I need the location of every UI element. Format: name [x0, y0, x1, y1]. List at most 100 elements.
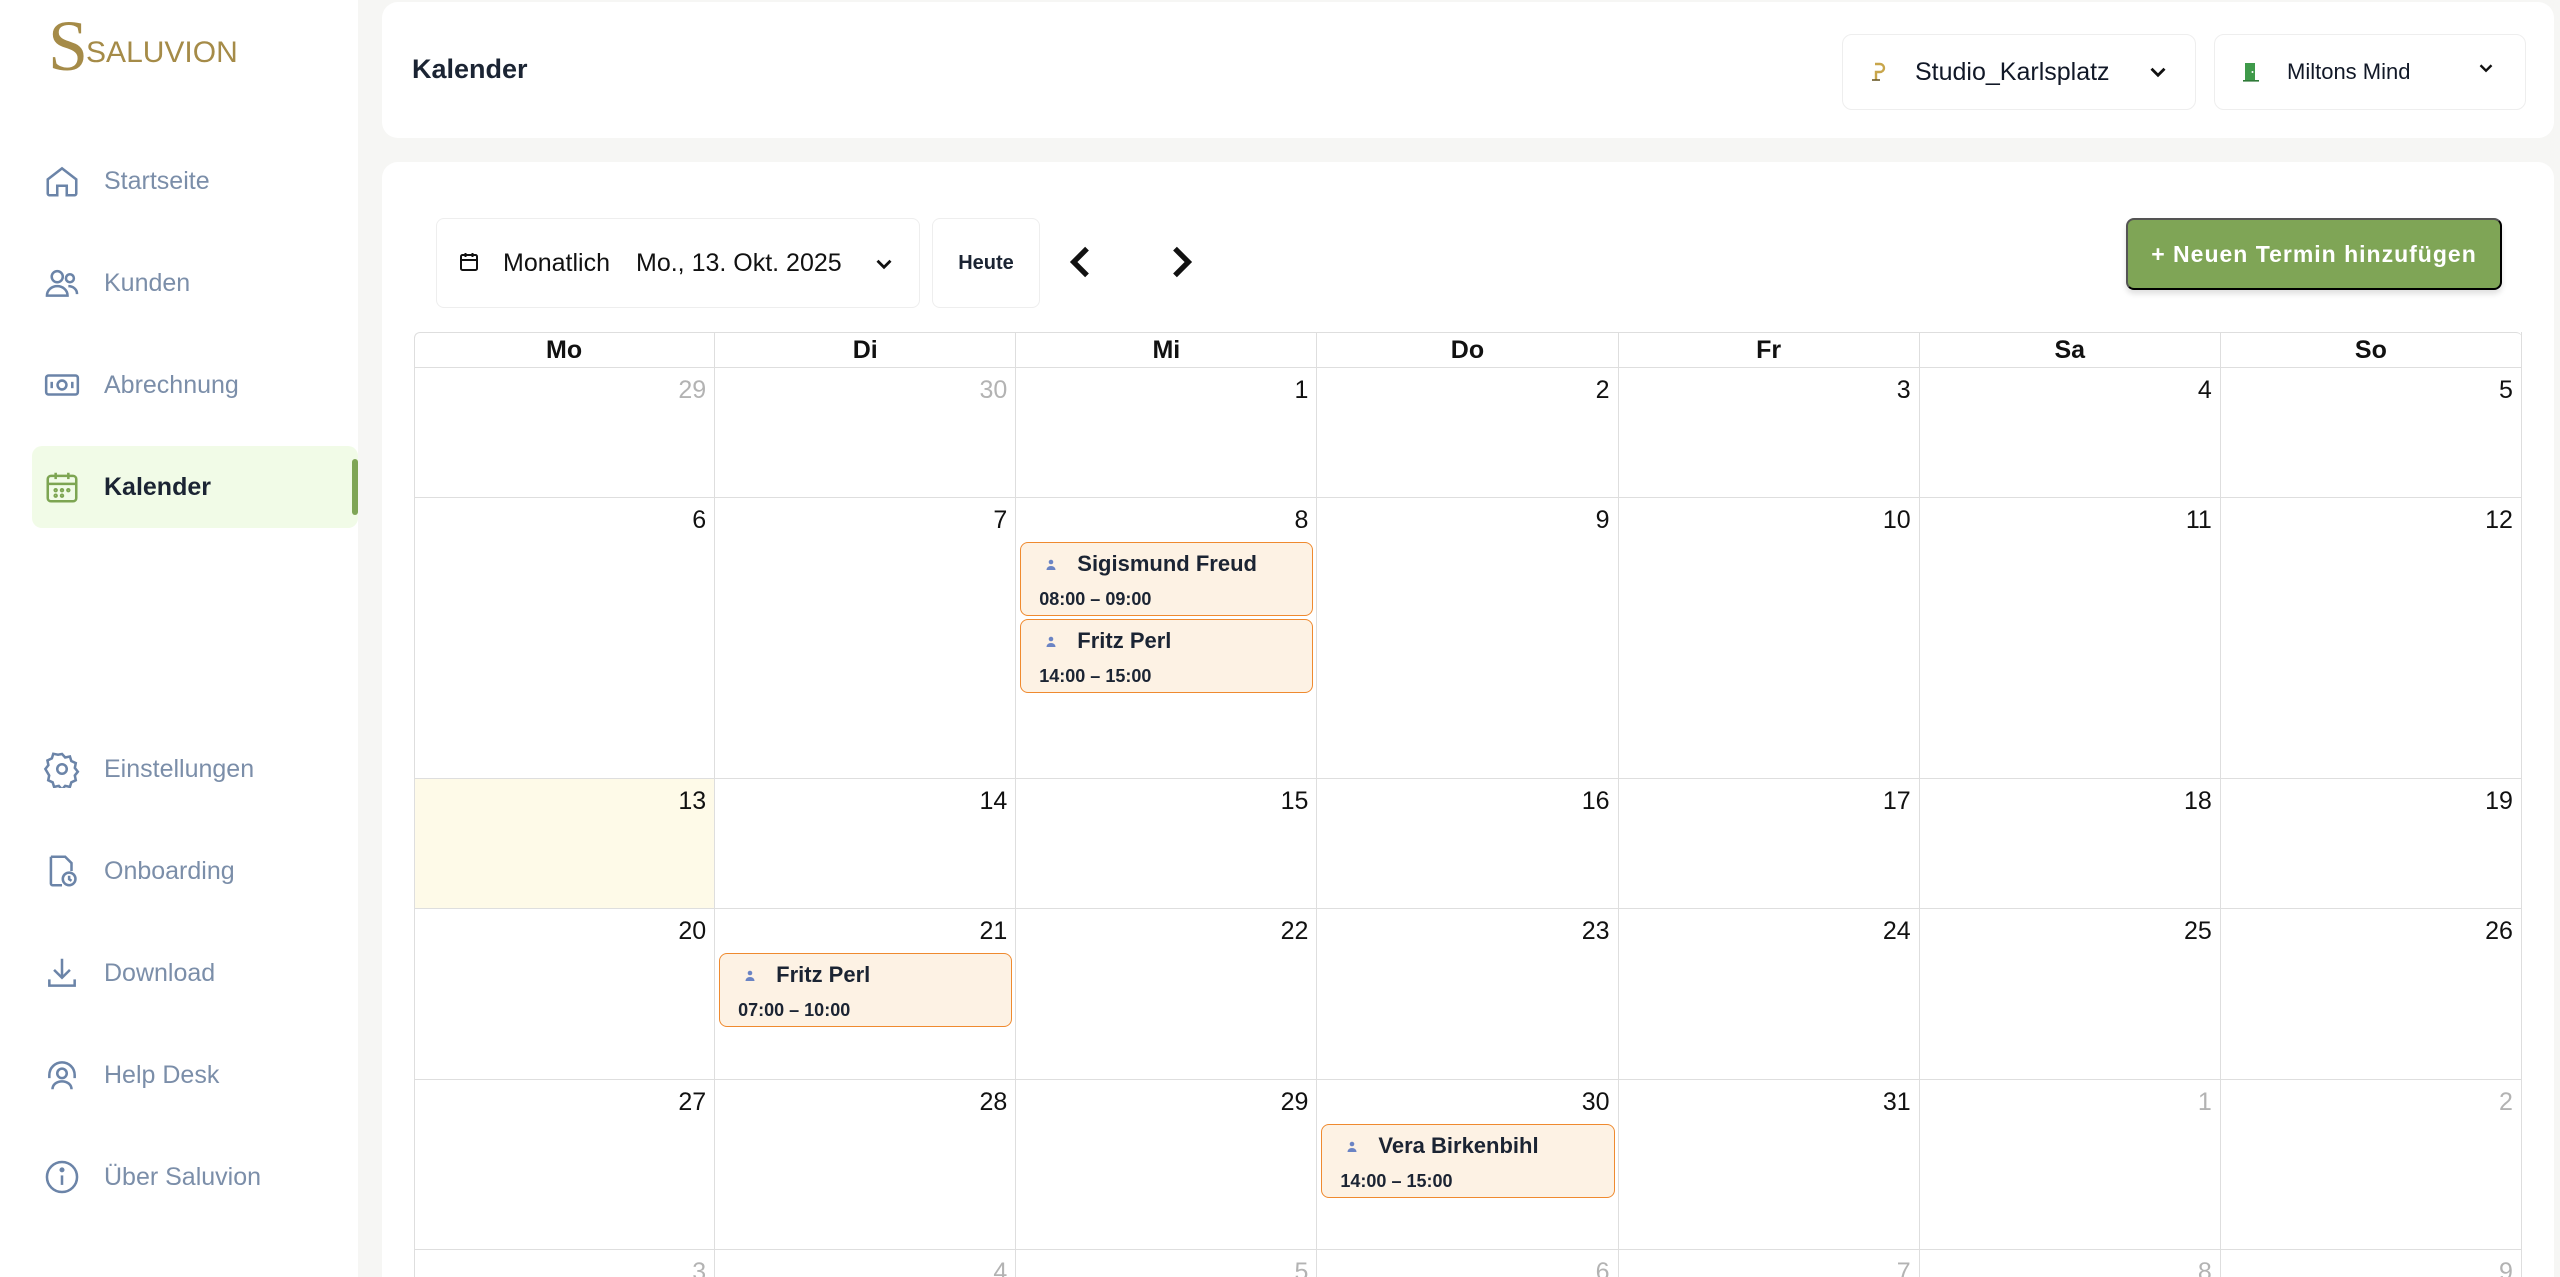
person-icon — [1344, 1139, 1360, 1155]
calendar-day-cell[interactable]: 7 — [715, 498, 1017, 779]
day-number: 9 — [1595, 506, 1610, 534]
sidebar-item-abrechnung[interactable]: Abrechnung — [32, 344, 358, 426]
saluvion-logo[interactable]: S SALUVION — [48, 10, 238, 82]
calendar-day-cell[interactable]: 7 — [1619, 1250, 1920, 1277]
sidebar: S SALUVION Startseite Kunden Abrechnung … — [0, 0, 358, 1277]
appointment-time: 08:00 – 09:00 — [1039, 589, 1152, 609]
calendar-day-cell[interactable]: 3 — [414, 1250, 716, 1277]
calendar-day-cell[interactable]: 17 — [1618, 779, 1920, 909]
calendar-day-cell[interactable]: 2 — [2220, 1080, 2522, 1250]
calendar-day-cell[interactable]: 31 — [1618, 1080, 1920, 1250]
appointment-event[interactable]: Sigismund Freud 08:00 – 09:00 — [1020, 542, 1314, 616]
next-month-button[interactable] — [1160, 242, 1200, 282]
sidebar-item-kalender[interactable]: Kalender — [32, 446, 358, 528]
calendar-panel: Monatlich Mo., 13. Okt. 2025 Heute + Neu… — [382, 162, 2554, 1277]
info-icon — [42, 1157, 82, 1197]
sidebar-item-einstellungen[interactable]: Einstellungen — [32, 728, 358, 810]
calendar-day-cell[interactable]: 27 — [414, 1080, 716, 1250]
calendar-day-cell[interactable]: 22 — [1016, 909, 1318, 1080]
calendar-day-cell[interactable]: 4 — [715, 1250, 1017, 1277]
calendar-day-cell[interactable]: 24 — [1618, 909, 1920, 1080]
today-button[interactable]: Heute — [932, 218, 1040, 308]
calendar-day-cell[interactable]: 9 — [2221, 1250, 2522, 1277]
calendar-day-cell[interactable]: 14 — [715, 779, 1017, 909]
calendar-day-cell[interactable]: 6 — [414, 498, 716, 779]
calendar-day-cell[interactable]: 11 — [1919, 498, 2221, 779]
day-number: 18 — [2184, 787, 2212, 815]
day-number: 12 — [2485, 506, 2513, 534]
appointment-event[interactable]: Fritz Perl 14:00 – 15:00 — [1020, 619, 1314, 693]
calendar-day-cell[interactable]: 29 — [414, 368, 716, 498]
day-number: 8 — [2197, 1258, 2212, 1277]
day-number: 4 — [2197, 376, 2212, 404]
day-number: 1 — [1294, 376, 1309, 404]
calendar-day-cell[interactable]: 26 — [2220, 909, 2522, 1080]
chevron-down-icon — [871, 251, 897, 282]
calendar-day-cell[interactable]: 30 — [715, 368, 1017, 498]
calendar-day-cell[interactable]: 8 — [1920, 1250, 2221, 1277]
headset-icon — [42, 1055, 82, 1095]
weekday-header: Di — [715, 332, 1017, 368]
weekday-header: Mo — [414, 332, 716, 368]
sidebar-item-onboarding[interactable]: Onboarding — [32, 830, 358, 912]
day-number: 14 — [979, 787, 1008, 815]
day-number: 19 — [2485, 787, 2513, 815]
calendar-day-cell[interactable]: 19 — [2220, 779, 2522, 909]
appointment-event[interactable]: Fritz Perl 07:00 – 10:00 — [719, 953, 1013, 1027]
sidebar-item-kunden[interactable]: Kunden — [32, 242, 358, 324]
calendar-day-cell[interactable]: 1 — [1919, 1080, 2221, 1250]
practice-select[interactable]: Miltons Mind — [2214, 34, 2526, 110]
calendar-day-cell[interactable]: 16 — [1317, 779, 1619, 909]
weekday-header: Do — [1317, 332, 1619, 368]
calendar-icon — [457, 250, 483, 276]
sidebar-item-ueber-saluvion[interactable]: Über Saluvion — [32, 1136, 358, 1218]
day-number: 22 — [1280, 917, 1309, 945]
previous-month-button[interactable] — [1062, 242, 1102, 282]
calendar-day-cell[interactable]: 6 — [1317, 1250, 1619, 1277]
day-number: 3 — [692, 1258, 707, 1277]
sidebar-item-download[interactable]: Download — [32, 932, 358, 1014]
calendar-day-cell[interactable]: 2 — [1317, 368, 1619, 498]
day-number: 20 — [678, 917, 707, 945]
calendar-day-cell[interactable]: 29 — [1016, 1080, 1318, 1250]
calendar-day-cell[interactable]: 12 — [2220, 498, 2522, 779]
day-number: 30 — [1581, 1088, 1610, 1116]
day-number: 17 — [1882, 787, 1911, 815]
sidebar-item-label: Help Desk — [104, 1060, 220, 1089]
calendar-day-cell[interactable]: 15 — [1016, 779, 1318, 909]
day-number: 6 — [692, 506, 707, 534]
calendar-day-cell-today[interactable]: 13 — [414, 779, 716, 909]
logo-text: SALUVION — [86, 36, 238, 69]
chevron-down-icon — [2145, 59, 2171, 85]
calendar-day-cell[interactable]: 5 — [2220, 368, 2522, 498]
appointment-time: 07:00 – 10:00 — [738, 1000, 851, 1020]
calendar-day-cell[interactable]: 23 — [1317, 909, 1619, 1080]
calendar-day-cell[interactable]: 3 — [1618, 368, 1920, 498]
sidebar-item-label: Startseite — [104, 166, 210, 195]
sidebar-item-label: Kunden — [104, 268, 191, 297]
calendar-day-cell[interactable]: 4 — [1919, 368, 2221, 498]
calendar-day-cell[interactable]: 18 — [1919, 779, 2221, 909]
calendar-day-cell[interactable]: 9 — [1317, 498, 1619, 779]
calendar-day-cell[interactable]: 1 — [1016, 368, 1318, 498]
day-number: 1 — [2197, 1088, 2212, 1116]
sidebar-item-label: Über Saluvion — [104, 1162, 262, 1191]
day-number: 11 — [2185, 506, 2212, 534]
sidebar-item-help-desk[interactable]: Help Desk — [32, 1034, 358, 1116]
calendar-day-cell[interactable]: 20 — [414, 909, 716, 1080]
sidebar-item-startseite[interactable]: Startseite — [32, 140, 358, 222]
view-date-select[interactable]: Monatlich Mo., 13. Okt. 2025 — [436, 218, 920, 308]
chevron-down-icon — [2475, 57, 2501, 83]
studio-select[interactable]: Studio_Karlsplatz — [1842, 34, 2196, 110]
appointment-event[interactable]: Vera Birkenbihl 14:00 – 15:00 — [1321, 1124, 1615, 1198]
calendar-day-cell[interactable]: 28 — [715, 1080, 1017, 1250]
add-appointment-button[interactable]: + Neuen Termin hinzufügen — [2126, 218, 2502, 290]
day-number: 8 — [1294, 506, 1309, 534]
calendar-icon — [42, 467, 82, 507]
download-icon — [42, 953, 82, 993]
appointment-time: 14:00 – 15:00 — [1039, 666, 1152, 686]
day-number: 5 — [2499, 376, 2513, 404]
calendar-day-cell[interactable]: 5 — [1016, 1250, 1318, 1277]
calendar-day-cell[interactable]: 25 — [1919, 909, 2221, 1080]
calendar-day-cell[interactable]: 10 — [1618, 498, 1920, 779]
